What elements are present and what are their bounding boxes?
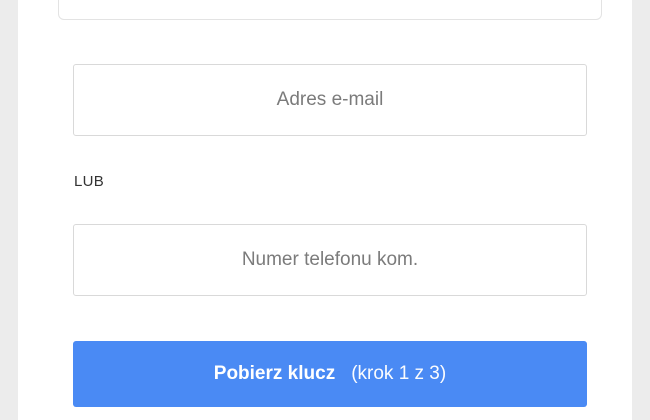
page: Adres e-mail LUB Numer telefonu kom. Pob… bbox=[0, 0, 650, 420]
get-key-button[interactable]: Pobierz klucz (krok 1 z 3) bbox=[73, 341, 587, 407]
step-indicator: (krok 1 z 3) bbox=[351, 363, 447, 384]
email-input[interactable]: Adres e-mail bbox=[73, 64, 587, 136]
get-key-button-label: Pobierz klucz bbox=[213, 363, 336, 384]
top-card-edge bbox=[58, 0, 602, 20]
or-label: LUB bbox=[74, 173, 105, 190]
phone-input[interactable]: Numer telefonu kom. bbox=[73, 224, 587, 296]
